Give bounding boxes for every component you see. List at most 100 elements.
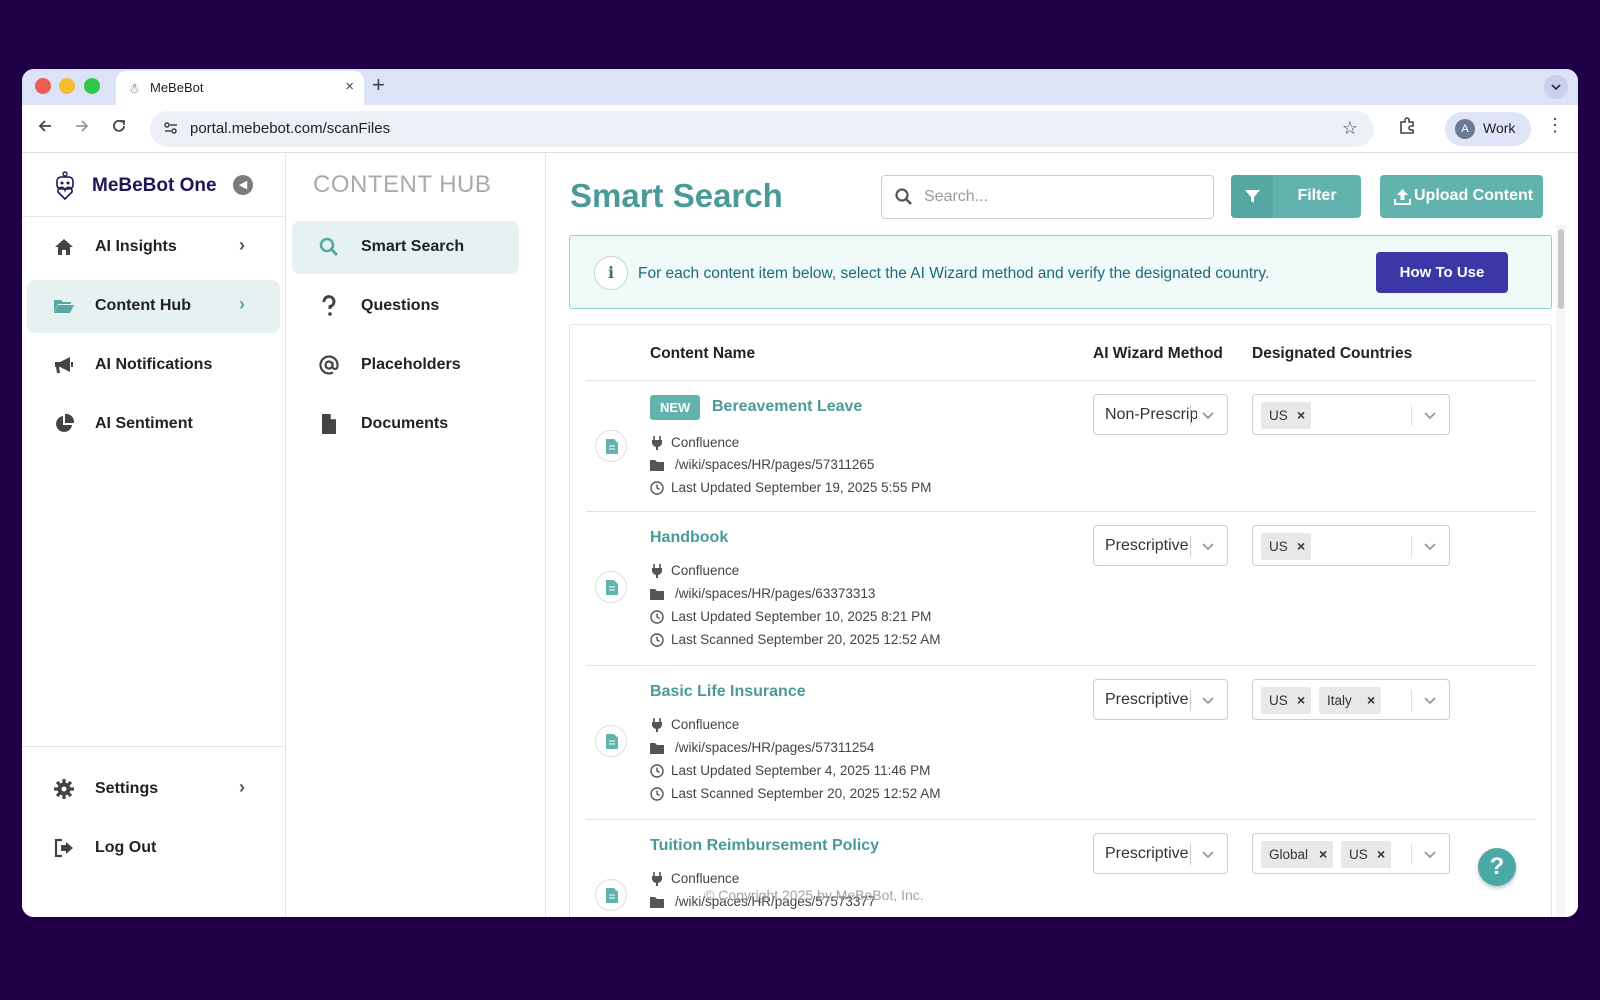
column-header-designated-countries: Designated Countries: [1252, 345, 1413, 362]
sidebar-item-log-out[interactable]: Log Out: [27, 822, 280, 875]
new-tab-button[interactable]: +: [372, 72, 385, 98]
hub-item-label: Documents: [361, 415, 449, 432]
country-chip: US ×: [1341, 841, 1391, 868]
close-window-button[interactable]: [35, 78, 51, 94]
divider: [1411, 690, 1412, 711]
search-input[interactable]: [924, 184, 1204, 210]
help-button[interactable]: ?: [1478, 848, 1516, 886]
site-settings-icon[interactable]: [162, 119, 180, 141]
sidebar-item-label: AI Notifications: [95, 356, 213, 373]
hub-item-questions[interactable]: Questions: [292, 280, 519, 333]
folder-icon: [650, 743, 664, 754]
reload-icon[interactable]: [110, 117, 128, 140]
designated-countries-select[interactable]: US ×: [1252, 525, 1450, 566]
clock-icon: [650, 481, 664, 495]
filter-label: Filter: [1297, 187, 1337, 204]
sidebar-item-label: Content Hub: [95, 297, 191, 314]
extensions-puzzle-icon[interactable]: [1397, 116, 1417, 141]
sidebar-item-ai-notifications[interactable]: AI Notifications: [27, 339, 280, 392]
clock-icon: [650, 787, 664, 801]
how-to-use-button[interactable]: How To Use: [1376, 252, 1508, 293]
tab-search-chevron-icon[interactable]: [1544, 75, 1568, 99]
folder-icon: [650, 897, 664, 908]
footer-copyright: © Copyright 2025 by MeBeBot, Inc.: [704, 887, 924, 903]
pie-chart-icon: [56, 413, 75, 432]
remove-chip-icon[interactable]: ×: [1319, 846, 1327, 862]
sidebar-item-label: Settings: [95, 780, 159, 797]
designated-countries-select[interactable]: US × Italy ×: [1252, 679, 1450, 720]
country-chip: Italy ×: [1319, 687, 1381, 714]
remove-chip-icon[interactable]: ×: [1377, 846, 1385, 862]
bookmark-star-icon[interactable]: ☆: [1342, 118, 1358, 139]
document-icon[interactable]: [595, 571, 627, 603]
content-name-link[interactable]: Handbook: [650, 529, 728, 547]
file-icon: [322, 414, 336, 434]
divider: [22, 746, 286, 747]
minimize-window-button[interactable]: [59, 78, 75, 94]
chevron-down-icon: [1424, 697, 1436, 705]
table-row: Basic Life Insurance Confluence /wiki/sp…: [586, 666, 1536, 820]
content-table: Content Name AI Wizard Method Designated…: [569, 324, 1552, 917]
upload-content-button[interactable]: Upload Content: [1380, 175, 1543, 218]
country-chip: US ×: [1261, 687, 1311, 714]
panel-title: CONTENT HUB: [313, 171, 492, 198]
at-icon: [319, 355, 339, 375]
scrollbar[interactable]: [1556, 225, 1566, 917]
divider: [1190, 536, 1191, 557]
content-name-link[interactable]: Bereavement Leave: [712, 398, 862, 416]
document-icon[interactable]: [595, 879, 627, 911]
remove-chip-icon[interactable]: ×: [1297, 407, 1305, 423]
profile-button[interactable]: A Work: [1445, 112, 1531, 146]
browser-menu-icon[interactable]: ⋮: [1546, 115, 1564, 136]
ai-wizard-method-select[interactable]: Prescriptive: [1093, 833, 1228, 874]
sidebar-item-settings[interactable]: Settings ›: [27, 763, 280, 816]
remove-chip-icon[interactable]: ×: [1297, 538, 1305, 554]
designated-countries-select[interactable]: Global × US ×: [1252, 833, 1450, 874]
hub-item-smart-search[interactable]: Smart Search: [292, 221, 519, 274]
collapse-sidebar-icon[interactable]: ◀: [233, 175, 253, 195]
method-value: Prescriptive: [1105, 537, 1189, 554]
plug-icon: [652, 872, 662, 886]
plug-icon: [652, 436, 662, 450]
search-icon: [319, 237, 339, 257]
method-value: Prescriptive: [1105, 845, 1189, 862]
document-icon[interactable]: [595, 430, 627, 462]
scrollbar-thumb[interactable]: [1558, 229, 1564, 309]
filter-button[interactable]: Filter: [1231, 175, 1361, 218]
country-chip: Global ×: [1261, 841, 1333, 868]
content-name-link[interactable]: Tuition Reimbursement Policy: [650, 837, 879, 855]
clock-icon: [650, 633, 664, 647]
hub-item-label: Questions: [361, 297, 440, 314]
sidebar-item-ai-insights[interactable]: AI Insights ›: [27, 221, 280, 274]
document-icon[interactable]: [595, 725, 627, 757]
hub-item-documents[interactable]: Documents: [292, 398, 519, 451]
designated-countries-select[interactable]: US ×: [1252, 394, 1450, 435]
tab-close-icon[interactable]: ×: [345, 78, 354, 95]
plug-icon: [652, 564, 662, 578]
browser-tab[interactable]: ☃ MeBeBot ×: [116, 71, 364, 105]
sidebar-item-ai-sentiment[interactable]: AI Sentiment: [27, 398, 280, 451]
remove-chip-icon[interactable]: ×: [1367, 692, 1375, 708]
content-name-link[interactable]: Basic Life Insurance: [650, 683, 806, 701]
column-header-content-name: Content Name: [650, 345, 756, 362]
ai-wizard-method-select[interactable]: Prescriptive: [1093, 679, 1228, 720]
ai-wizard-method-select[interactable]: Non-Prescriptive: [1093, 394, 1228, 435]
sidebar-item-label: AI Insights: [95, 238, 177, 255]
address-bar[interactable]: portal.mebebot.com/scanFiles ☆: [150, 111, 1374, 147]
hub-item-placeholders[interactable]: Placeholders: [292, 339, 519, 392]
column-header-ai-wizard-method: AI Wizard Method: [1093, 345, 1223, 362]
home-icon: [55, 239, 73, 255]
divider: [1411, 536, 1412, 557]
sidebar-item-content-hub[interactable]: Content Hub ›: [27, 280, 280, 333]
avatar: A: [1455, 119, 1475, 139]
back-arrow-icon[interactable]: [36, 117, 54, 140]
forward-arrow-icon[interactable]: [73, 117, 91, 140]
ai-wizard-method-select[interactable]: Prescriptive: [1093, 525, 1228, 566]
content-hub-panel: CONTENT HUB Smart Search Questions Place…: [286, 153, 546, 917]
mebebot-logo-icon: [56, 171, 74, 201]
remove-chip-icon[interactable]: ×: [1297, 692, 1305, 708]
url-text[interactable]: portal.mebebot.com/scanFiles: [190, 120, 390, 137]
main-content: Smart Search Filter Upload Content i For…: [546, 153, 1578, 917]
maximize-window-button[interactable]: [84, 78, 100, 94]
chevron-down-icon: [1202, 697, 1214, 705]
